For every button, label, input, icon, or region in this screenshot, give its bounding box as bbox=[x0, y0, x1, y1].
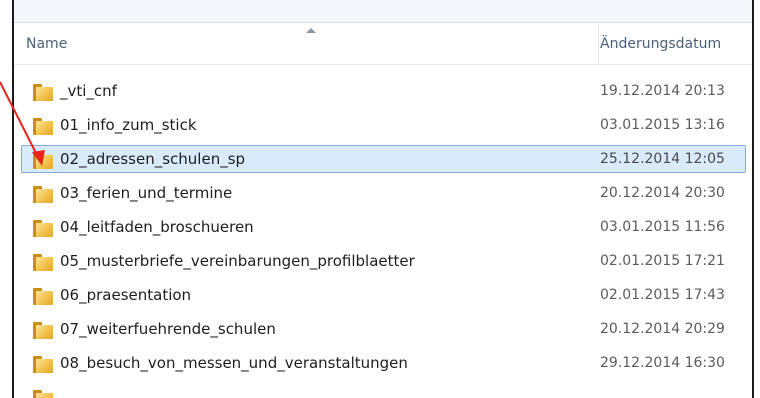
file-name: 08_besuch_von_messen_und_veranstaltungen bbox=[60, 354, 408, 372]
list-item[interactable]: 07_weiterfuehrende_schulen 20.12.2014 20… bbox=[14, 312, 752, 346]
folder-icon bbox=[31, 254, 53, 271]
list-item[interactable]: 08_besuch_von_messen_und_veranstaltungen… bbox=[14, 346, 752, 380]
folder-icon bbox=[31, 322, 53, 339]
file-date: 20.12.2014 20:30 bbox=[600, 185, 725, 201]
file-date: 02.01.2015 17:21 bbox=[600, 253, 725, 269]
file-name: _vti_cnf bbox=[60, 82, 117, 100]
explorer-window: Name Änderungsdatum _vti_cnf 19.12.2014 … bbox=[12, 0, 754, 398]
file-date: 25.12.2014 12:05 bbox=[600, 151, 725, 167]
file-date: 20.12.2014 20:29 bbox=[600, 321, 725, 337]
column-header-bar: Name Änderungsdatum bbox=[14, 24, 752, 65]
folder-icon bbox=[31, 152, 53, 169]
column-divider[interactable] bbox=[598, 24, 599, 64]
folder-icon bbox=[31, 356, 53, 373]
list-item[interactable]: 03_ferien_und_termine 20.12.2014 20:30 bbox=[14, 176, 752, 210]
column-header-date-modified[interactable]: Änderungsdatum bbox=[600, 36, 721, 52]
toolbar-strip bbox=[14, 0, 752, 23]
file-date: 03.01.2015 11:56 bbox=[600, 219, 725, 235]
file-date: 19.12.2014 20:13 bbox=[600, 83, 725, 99]
file-name: 04_leitfaden_broschueren bbox=[60, 218, 254, 236]
file-date: 02.01.2015 17:43 bbox=[600, 287, 725, 303]
file-name: 07_weiterfuehrende_schulen bbox=[60, 320, 276, 338]
file-name: 01_info_zum_stick bbox=[60, 116, 197, 134]
list-item[interactable]: 06_praesentation 02.01.2015 17:43 bbox=[14, 278, 752, 312]
column-header-name[interactable]: Name bbox=[26, 36, 67, 52]
file-list: _vti_cnf 19.12.2014 20:13 01_info_zum_st… bbox=[14, 74, 752, 398]
file-name: 06_praesentation bbox=[60, 286, 192, 304]
folder-icon bbox=[31, 118, 53, 135]
file-name: 02_adressen_schulen_sp bbox=[60, 150, 246, 168]
file-date: 29.12.2014 16:30 bbox=[600, 355, 725, 371]
folder-icon bbox=[31, 84, 53, 101]
list-item[interactable]: 05_musterbriefe_vereinbarungen_profilbla… bbox=[14, 244, 752, 278]
folder-icon bbox=[31, 186, 53, 203]
list-item-partial[interactable] bbox=[14, 380, 752, 398]
file-name: 03_ferien_und_termine bbox=[60, 184, 233, 202]
sort-ascending-icon bbox=[306, 28, 316, 33]
list-item[interactable]: 04_leitfaden_broschueren 03.01.2015 11:5… bbox=[14, 210, 752, 244]
file-name: 05_musterbriefe_vereinbarungen_profilbla… bbox=[60, 252, 415, 270]
folder-icon bbox=[31, 288, 53, 305]
folder-icon bbox=[31, 220, 53, 237]
list-item-selected[interactable]: 02_adressen_schulen_sp 25.12.2014 12:05 bbox=[14, 142, 752, 176]
list-item[interactable]: _vti_cnf 19.12.2014 20:13 bbox=[14, 74, 752, 108]
file-date: 03.01.2015 13:16 bbox=[600, 117, 725, 133]
folder-icon bbox=[31, 390, 53, 398]
list-item[interactable]: 01_info_zum_stick 03.01.2015 13:16 bbox=[14, 108, 752, 142]
